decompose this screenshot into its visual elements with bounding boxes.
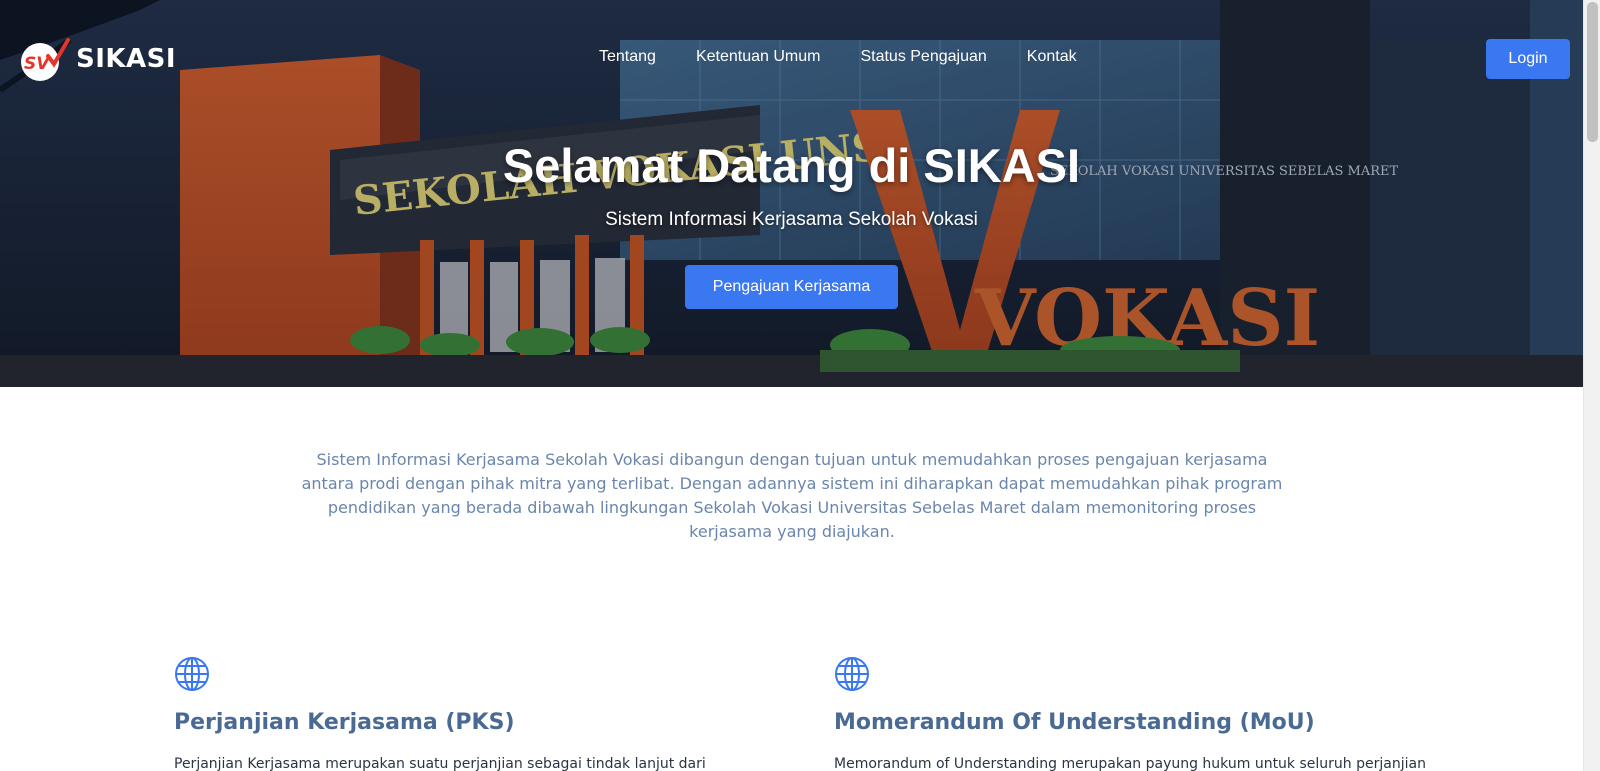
globe-icon (175, 657, 209, 691)
hero-section: SEKOLAH VOKASI UNS VOKASI SEKOLAH VOKASI… (0, 0, 1583, 387)
scrollbar-thumb[interactable] (1587, 2, 1598, 142)
nav-link-kontak[interactable]: Kontak (1027, 48, 1077, 66)
brand[interactable]: SV SIKASI (18, 36, 176, 82)
feature-title: Momerandum Of Understanding (MoU) (834, 710, 1315, 735)
navbar: SV SIKASI Tentang Ketentuan Umum Status … (0, 0, 1583, 115)
nav-link-tentang[interactable]: Tentang (599, 48, 656, 66)
page-scrollbar[interactable] (1583, 0, 1600, 771)
nav-link-status-pengajuan[interactable]: Status Pengajuan (860, 48, 986, 66)
nav-link-ketentuan-umum[interactable]: Ketentuan Umum (696, 48, 821, 66)
login-button[interactable]: Login (1486, 39, 1570, 79)
pengajuan-kerjasama-button[interactable]: Pengajuan Kerjasama (685, 265, 898, 309)
intro-text: Sistem Informasi Kerjasama Sekolah Vokas… (301, 450, 1283, 541)
globe-icon (835, 657, 869, 691)
brand-name: SIKASI (76, 44, 177, 74)
hero-title: Selamat Datang di SIKASI (502, 139, 1081, 192)
feature-title: Perjanjian Kerjasama (PKS) (174, 710, 515, 735)
nav-links: Tentang Ketentuan Umum Status Pengajuan … (599, 48, 1077, 66)
feature-text: Memorandum of Understanding merupakan pa… (834, 756, 1426, 771)
hero-subtitle: Sistem Informasi Kerjasama Sekolah Vokas… (605, 209, 978, 230)
feature-mou: Momerandum Of Understanding (MoU) Memora… (834, 656, 1426, 771)
feature-text: Perjanjian Kerjasama merupakan suatu per… (174, 756, 706, 771)
sv-logo-icon: SV (21, 38, 70, 81)
feature-pks: Perjanjian Kerjasama (PKS) Perjanjian Ke… (174, 656, 734, 771)
